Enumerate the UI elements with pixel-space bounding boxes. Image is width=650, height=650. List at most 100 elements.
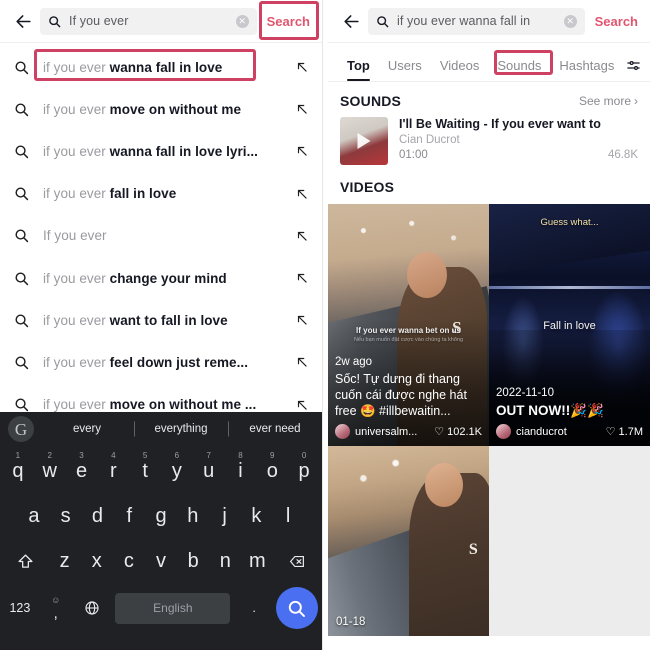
heart-icon: ♡	[434, 426, 445, 438]
key-b[interactable]: b	[177, 539, 209, 584]
video-likes: ♡ 102.1K	[434, 425, 482, 439]
keyboard-search-key-icon[interactable]	[275, 587, 318, 629]
list-item[interactable]: If you ever	[0, 215, 322, 257]
right-search-input[interactable]: if you ever wanna fall in ✕	[368, 7, 585, 35]
key-d[interactable]: d	[82, 494, 114, 539]
comma-label: ,	[53, 604, 58, 622]
sounds-section-header: SOUNDS See more ›	[328, 82, 650, 115]
key-k[interactable]: k	[240, 494, 272, 539]
key-a[interactable]: a	[18, 494, 50, 539]
like-count: 1.7M	[618, 425, 643, 438]
google-logo-icon[interactable]: G	[8, 416, 34, 442]
back-arrow-icon[interactable]	[8, 6, 38, 36]
shift-key-icon[interactable]	[2, 539, 49, 584]
left-search-button[interactable]: Search	[263, 14, 314, 29]
sound-title: I'll Be Waiting - If you ever want to	[399, 117, 601, 131]
fill-arrow-icon[interactable]	[294, 144, 310, 158]
clear-search-icon[interactable]: ✕	[563, 14, 577, 28]
video-card[interactable]: Guess what... Fall in love 2022-11-10 OU…	[489, 204, 650, 446]
jacket-letter: S	[468, 541, 478, 558]
video-grid-placeholder	[489, 446, 650, 636]
left-search-input[interactable]: If you ever ✕	[40, 7, 257, 35]
suggestion-text: if you ever want to fall in love	[43, 312, 228, 328]
key-x[interactable]: x	[81, 539, 113, 584]
key-r[interactable]: 4r	[97, 449, 129, 494]
key-p[interactable]: 0p	[288, 449, 320, 494]
video-card[interactable]: S If you ever wanna bet on us Nếu bạn mu…	[328, 204, 489, 446]
key-w[interactable]: 2w	[34, 449, 66, 494]
key-g[interactable]: g	[145, 494, 177, 539]
key-h[interactable]: h	[177, 494, 209, 539]
list-item[interactable]: if you ever wanna fall in love lyri...	[0, 130, 322, 172]
key-s[interactable]: s	[50, 494, 82, 539]
key-y[interactable]: 6y	[161, 449, 193, 494]
key-m[interactable]: m	[241, 539, 273, 584]
video-author[interactable]: cianducrot	[516, 426, 567, 438]
key-n[interactable]: n	[209, 539, 241, 584]
keyboard-suggestion[interactable]: ever need	[228, 423, 322, 435]
tab-users[interactable]: Users	[379, 58, 431, 81]
suggestion-text: if you ever fall in love	[43, 186, 177, 202]
tab-videos[interactable]: Videos	[431, 58, 489, 81]
key-q[interactable]: 1q	[2, 449, 34, 494]
right-search-button[interactable]: Search	[591, 14, 642, 29]
key-z[interactable]: z	[49, 539, 81, 584]
key-o[interactable]: 9o	[256, 449, 288, 494]
fill-arrow-icon[interactable]	[294, 398, 310, 412]
list-item[interactable]: if you ever move on without me	[0, 88, 322, 130]
list-item[interactable]: if you ever change your mind	[0, 257, 322, 299]
fill-arrow-icon[interactable]	[294, 187, 310, 201]
fill-arrow-icon[interactable]	[294, 355, 310, 369]
list-item[interactable]: if you ever feel down just reme...	[0, 341, 322, 383]
sound-play-count: 46.8K	[607, 149, 638, 161]
backspace-key-icon[interactable]	[273, 539, 320, 584]
fill-arrow-icon[interactable]	[294, 102, 310, 116]
space-key[interactable]: English	[115, 592, 231, 624]
key-j[interactable]: j	[209, 494, 241, 539]
tab-hashtags[interactable]: Hashtags	[550, 58, 623, 81]
key-u[interactable]: 7u	[193, 449, 225, 494]
tab-sounds[interactable]: Sounds	[488, 58, 550, 81]
suggestion-list: if you ever wanna fall in love if you ev…	[0, 43, 322, 426]
fill-arrow-icon[interactable]	[294, 60, 310, 74]
left-screen: If you ever ✕ Search if you ever wanna f…	[0, 0, 323, 650]
key-e[interactable]: 3e	[66, 449, 98, 494]
fill-arrow-icon[interactable]	[294, 229, 310, 243]
video-card[interactable]: S 01-18	[328, 446, 489, 636]
back-arrow-icon[interactable]	[336, 6, 366, 36]
list-item[interactable]: if you ever fall in love	[0, 173, 322, 215]
video-date: 2022-11-10	[496, 386, 554, 399]
list-item[interactable]: if you ever wanna fall in love	[0, 46, 322, 88]
sound-result-item[interactable]: I'll Be Waiting - If you ever want to Ci…	[328, 115, 650, 171]
key-l[interactable]: l	[272, 494, 304, 539]
video-burned-caption-top: Guess what...	[540, 217, 599, 229]
search-icon	[14, 313, 31, 328]
globe-key-icon[interactable]	[74, 584, 110, 632]
key-f[interactable]: f	[113, 494, 145, 539]
keyboard-suggestion[interactable]: everything	[134, 423, 228, 435]
comma-emoji-key[interactable]: ☺ ,	[38, 584, 74, 632]
sound-details: I'll Be Waiting - If you ever want to Ci…	[388, 117, 638, 161]
list-item[interactable]: if you ever want to fall in love	[0, 299, 322, 341]
sounds-see-more[interactable]: See more ›	[579, 94, 638, 108]
video-author[interactable]: universalm...	[355, 426, 417, 438]
fill-arrow-icon[interactable]	[294, 313, 310, 327]
key-v[interactable]: v	[145, 539, 177, 584]
key-c[interactable]: c	[113, 539, 145, 584]
numeric-key[interactable]: 123	[2, 584, 38, 632]
avatar	[496, 424, 511, 439]
suggestion-text: If you ever	[43, 228, 107, 244]
key-i[interactable]: 8i	[225, 449, 257, 494]
period-key[interactable]: .	[236, 584, 272, 632]
tab-top[interactable]: Top	[338, 58, 379, 81]
video-title: Sốc! Tự dưng đi thang cuốn cái được nghe…	[335, 372, 467, 418]
play-icon	[357, 133, 371, 149]
filter-icon[interactable]	[625, 58, 642, 81]
key-t[interactable]: 5t	[129, 449, 161, 494]
right-search-value: if you ever wanna fall in	[397, 14, 531, 28]
clear-search-icon[interactable]: ✕	[235, 14, 249, 28]
keyboard-suggestion[interactable]: every	[40, 423, 134, 435]
sound-artist: Cian Ducrot	[399, 134, 460, 146]
fill-arrow-icon[interactable]	[294, 271, 310, 285]
keyboard-suggestion-strip: G every everything ever need	[0, 412, 322, 446]
